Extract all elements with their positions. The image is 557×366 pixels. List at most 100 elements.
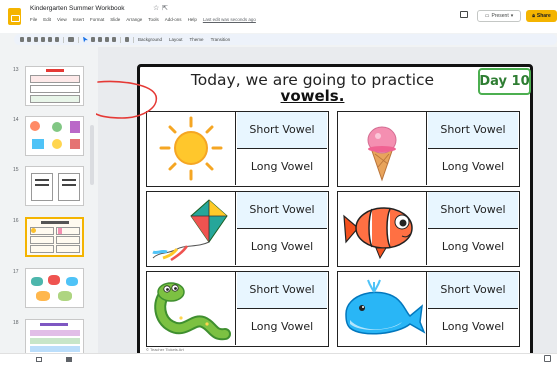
vowel-card-ice-cream: Short Vowel Long Vowel bbox=[337, 111, 520, 187]
top-bar: Kindergarten Summer Workbook ☆ ⇱ File Ed… bbox=[0, 0, 557, 33]
slides-logo-icon[interactable] bbox=[8, 8, 21, 25]
toolbar-divider bbox=[78, 36, 79, 43]
long-vowel-option[interactable]: Long Vowel bbox=[237, 229, 327, 266]
thumbnail-art bbox=[66, 277, 78, 286]
slide-thumbnail[interactable] bbox=[25, 66, 84, 106]
short-vowel-option[interactable]: Short Vowel bbox=[237, 112, 327, 149]
text-box-icon[interactable] bbox=[91, 37, 95, 42]
vowel-card-whale: Short Vowel Long Vowel bbox=[337, 271, 520, 347]
filmstrip-scrollbar[interactable] bbox=[90, 125, 94, 185]
thumbnail-text bbox=[35, 179, 49, 181]
thumbnail-heading bbox=[40, 323, 68, 326]
vowel-card-fish: Short Vowel Long Vowel bbox=[337, 191, 520, 267]
thumbnail-heading bbox=[41, 221, 69, 224]
print-icon[interactable] bbox=[48, 37, 52, 42]
share-button[interactable]: 🔒︎ Share bbox=[526, 10, 557, 22]
toolbar-divider bbox=[120, 36, 121, 43]
present-button[interactable]: ▭ Present ▾ bbox=[477, 10, 521, 22]
bottom-bar bbox=[0, 353, 557, 366]
slide-canvas[interactable]: Today, we are going to practice vowels. … bbox=[137, 64, 533, 357]
menu-arrange[interactable]: Arrange bbox=[126, 17, 142, 22]
menu-insert[interactable]: Insert bbox=[73, 17, 84, 22]
comment-history-icon[interactable] bbox=[460, 11, 468, 18]
thumbnail-art bbox=[52, 122, 62, 132]
short-vowel-option[interactable]: Short Vowel bbox=[237, 192, 327, 229]
short-vowel-option[interactable]: Short Vowel bbox=[428, 272, 518, 309]
filmstrip-view-icon[interactable] bbox=[66, 357, 72, 362]
lock-icon: 🔒︎ bbox=[532, 13, 535, 19]
short-vowel-option[interactable]: Short Vowel bbox=[237, 272, 327, 309]
select-cursor-icon[interactable] bbox=[83, 36, 88, 43]
thumbnail-art bbox=[31, 228, 36, 233]
fish-icon bbox=[343, 207, 413, 260]
zoom-icon[interactable] bbox=[68, 37, 74, 42]
last-edit-link[interactable]: Last edit was seconds ago bbox=[203, 17, 256, 22]
short-vowel-option[interactable]: Short Vowel bbox=[428, 112, 518, 149]
comment-add-icon[interactable] bbox=[125, 37, 129, 42]
thumbnail-text bbox=[62, 184, 76, 186]
long-vowel-option[interactable]: Long Vowel bbox=[428, 309, 518, 346]
menu-tools[interactable]: Tools bbox=[148, 17, 159, 22]
long-vowel-option[interactable]: Long Vowel bbox=[428, 149, 518, 186]
thumbnail-art bbox=[70, 121, 80, 133]
toolbar-divider bbox=[133, 36, 134, 43]
slide-thumbnail-selected[interactable] bbox=[25, 217, 84, 257]
slide-number: 18 bbox=[13, 320, 19, 326]
transition-button[interactable]: Transition bbox=[211, 37, 231, 42]
paint-format-icon[interactable] bbox=[55, 37, 59, 42]
star-icon[interactable]: ☆ bbox=[153, 4, 159, 12]
explore-icon[interactable] bbox=[544, 355, 551, 362]
kite-icon bbox=[152, 199, 228, 262]
redo-icon[interactable] bbox=[41, 37, 45, 42]
long-vowel-option[interactable]: Long Vowel bbox=[237, 309, 327, 346]
shape-icon[interactable] bbox=[105, 37, 109, 42]
line-icon[interactable] bbox=[112, 37, 116, 42]
present-label: Present bbox=[491, 13, 509, 19]
long-vowel-option[interactable]: Long Vowel bbox=[237, 149, 327, 186]
thumbnail-row bbox=[30, 95, 80, 103]
menu-view[interactable]: View bbox=[57, 17, 67, 22]
menu-help[interactable]: Help bbox=[188, 17, 197, 22]
share-label: Share bbox=[536, 13, 551, 19]
short-vowel-option[interactable]: Short Vowel bbox=[428, 192, 518, 229]
thumbnail-art bbox=[48, 275, 60, 285]
thumbnail-row bbox=[30, 85, 80, 93]
menu-edit[interactable]: Edit bbox=[43, 17, 51, 22]
move-folder-icon[interactable]: ⇱ bbox=[162, 4, 168, 12]
vowel-card-kite: Short Vowel Long Vowel bbox=[146, 191, 329, 267]
menu-slide[interactable]: Slide bbox=[110, 17, 120, 22]
thumbnail-header bbox=[46, 69, 64, 72]
long-vowel-option[interactable]: Long Vowel bbox=[428, 229, 518, 266]
menu-format[interactable]: Format bbox=[90, 17, 104, 22]
day-badge[interactable]: Day 10 bbox=[478, 68, 531, 95]
slide-thumbnail[interactable] bbox=[25, 166, 84, 206]
slide-thumbnail[interactable] bbox=[25, 268, 84, 308]
vowel-card-sun: Short Vowel Long Vowel bbox=[146, 111, 329, 187]
kite-picture bbox=[147, 192, 236, 265]
thumbnail-row bbox=[56, 236, 80, 244]
undo-icon[interactable] bbox=[34, 37, 38, 42]
slide-filmstrip[interactable]: 13 14 15 16 17 18 bbox=[0, 47, 97, 359]
slide-heading-bold[interactable]: vowels. bbox=[140, 87, 485, 105]
image-icon[interactable] bbox=[98, 37, 102, 42]
background-button[interactable]: Background bbox=[138, 37, 162, 42]
slide-thumbnail[interactable] bbox=[25, 116, 84, 156]
slide-credit: © Teacher Tickets Art bbox=[146, 347, 184, 352]
menu-search-icon[interactable] bbox=[20, 37, 24, 42]
theme-button[interactable]: Theme bbox=[190, 37, 204, 42]
menu-file[interactable]: File bbox=[30, 17, 37, 22]
snake-picture bbox=[147, 272, 236, 345]
thumbnail-row bbox=[56, 245, 80, 253]
side-panel-icon[interactable] bbox=[545, 180, 553, 188]
present-icon: ▭ bbox=[484, 13, 490, 19]
document-title[interactable]: Kindergarten Summer Workbook bbox=[30, 5, 125, 12]
fish-picture bbox=[338, 192, 427, 265]
layout-button[interactable]: Layout bbox=[169, 37, 183, 42]
chevron-down-icon[interactable]: ▾ bbox=[511, 13, 514, 19]
add-slide-icon[interactable] bbox=[27, 37, 31, 42]
menu-addons[interactable]: Add-ons bbox=[165, 17, 182, 22]
slide-number: 16 bbox=[13, 218, 19, 224]
thumbnail-row bbox=[30, 75, 80, 83]
thumbnail-row bbox=[30, 245, 54, 253]
grid-view-icon[interactable] bbox=[36, 357, 42, 362]
